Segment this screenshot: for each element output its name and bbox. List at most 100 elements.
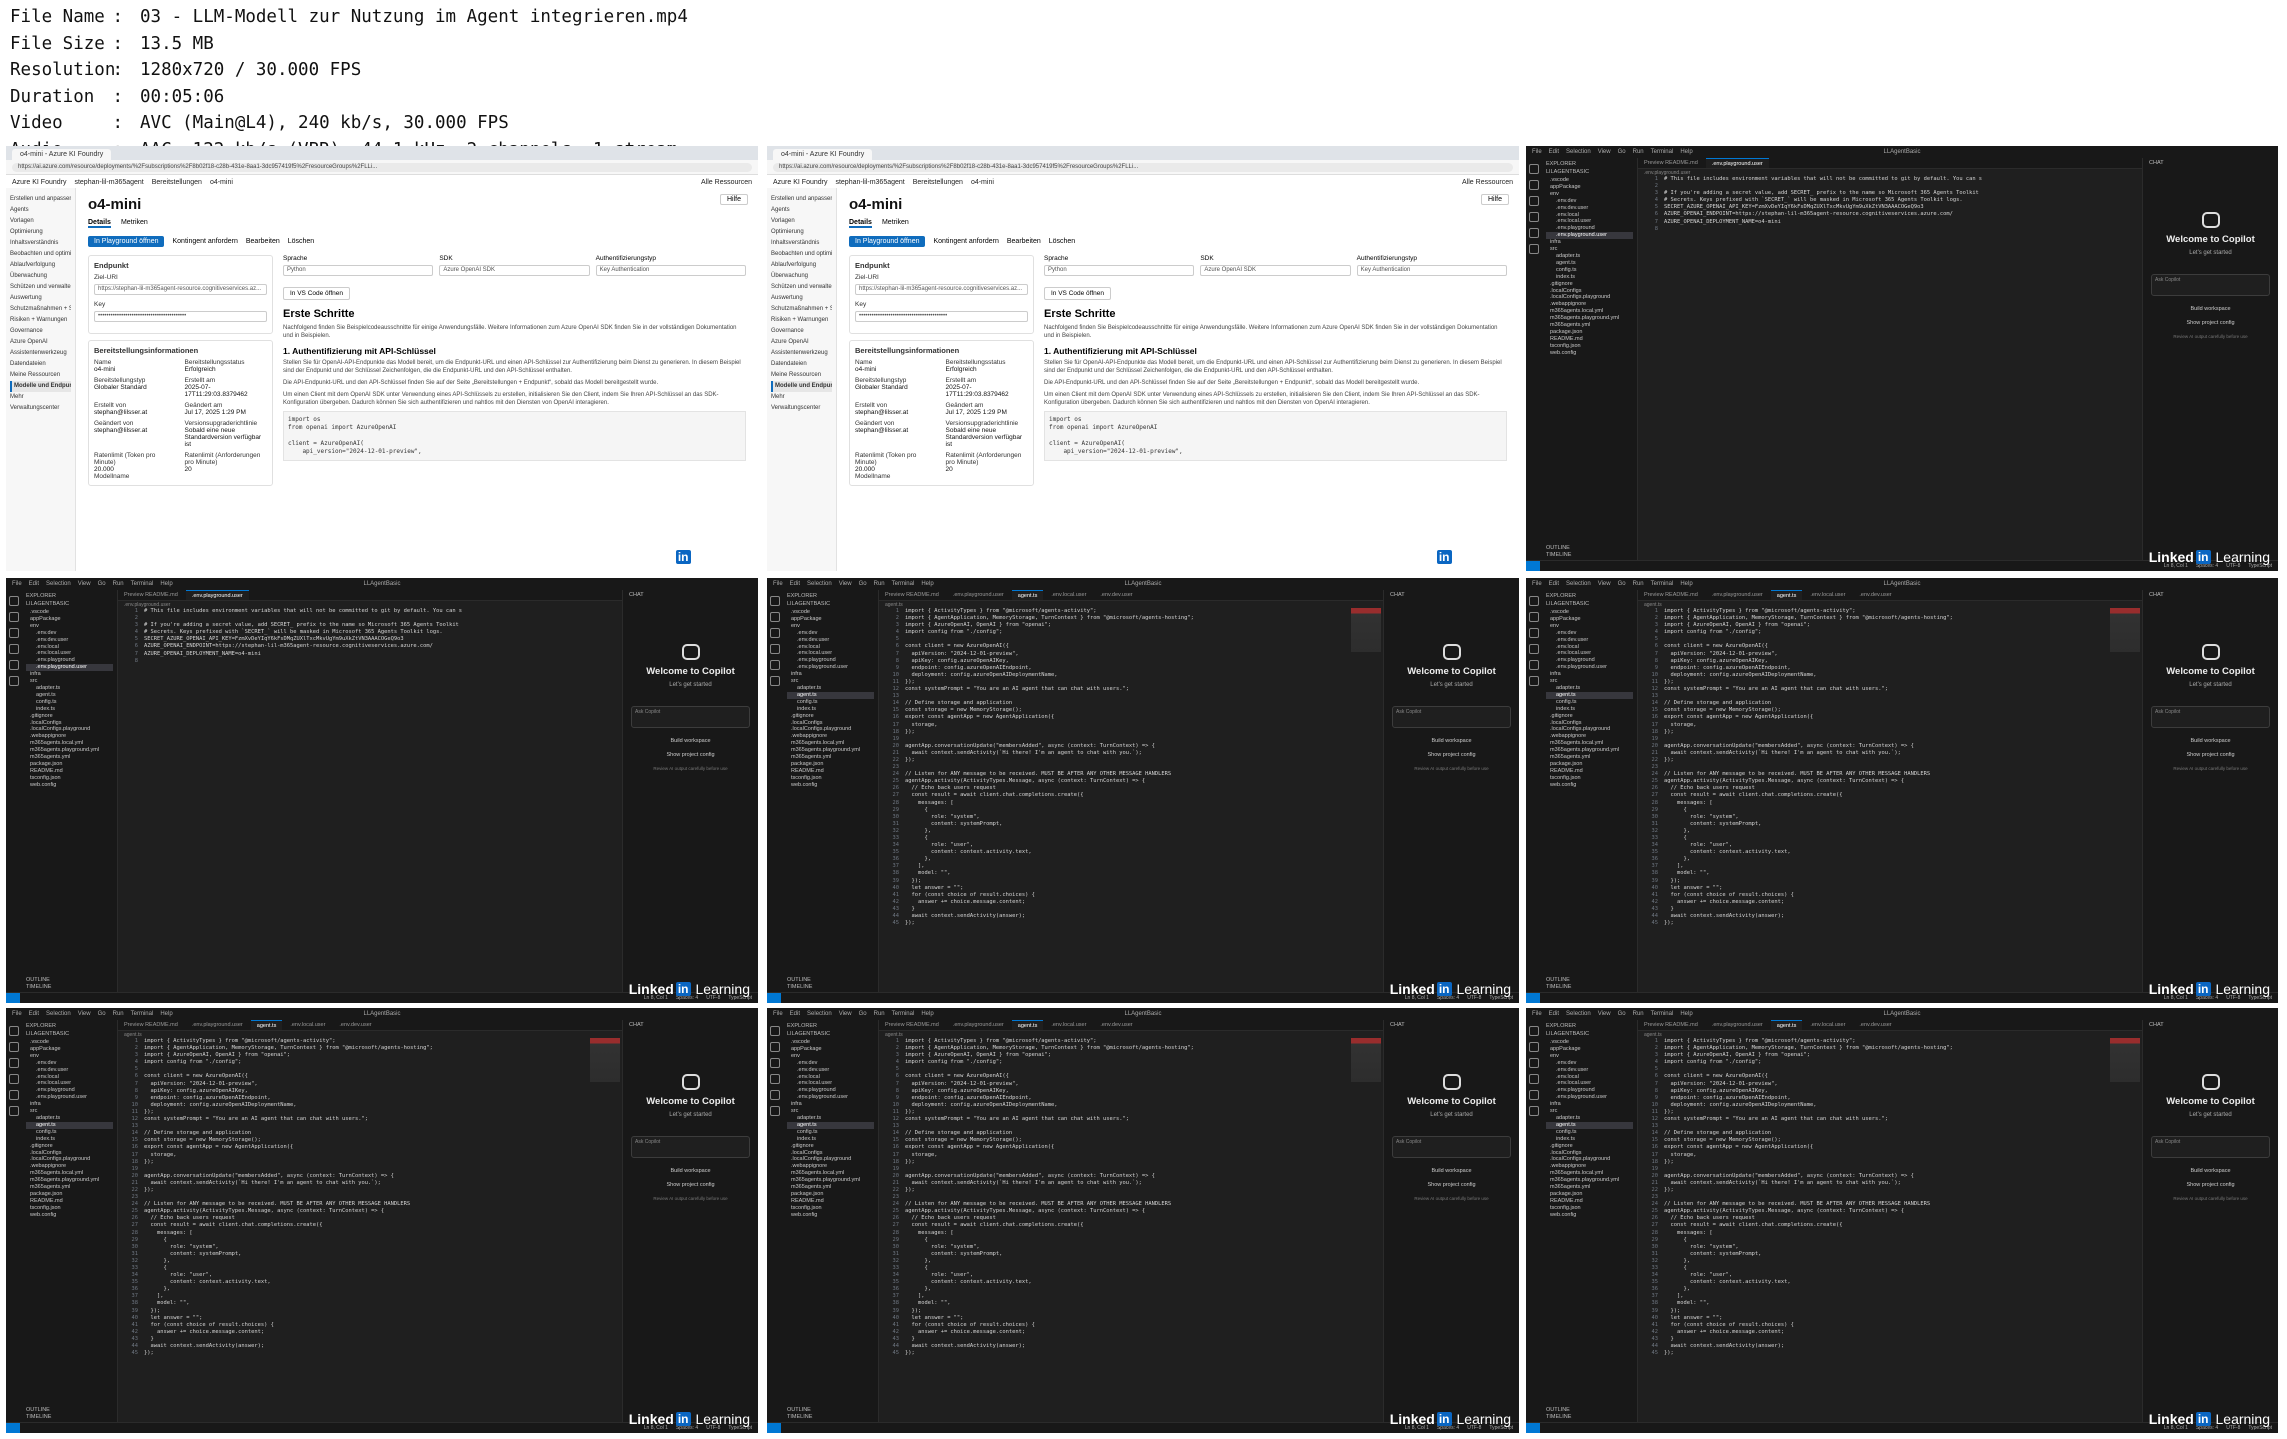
file-item[interactable]: .env.dev [1546, 198, 1633, 205]
breadcrumb-model[interactable]: o4-mini [210, 179, 233, 186]
action-button[interactable]: In Playground öffnen [88, 236, 165, 247]
source-control-icon[interactable] [1529, 628, 1539, 638]
explorer-icon[interactable] [770, 1026, 780, 1036]
agents-toolkit-icon[interactable] [1529, 244, 1539, 254]
run-debug-icon[interactable] [1529, 644, 1539, 654]
file-item[interactable]: package.json [787, 761, 874, 768]
file-item[interactable]: web.config [1546, 782, 1633, 789]
file-item[interactable]: agent.ts [26, 692, 113, 699]
file-item[interactable]: agent.ts [1546, 691, 1633, 699]
file-item[interactable]: index.ts [787, 1136, 874, 1143]
file-item[interactable]: .localConfigs.playground [787, 726, 874, 733]
menu-go[interactable]: Go [1618, 1011, 1626, 1017]
editor-tab[interactable]: Preview README.md [1638, 590, 1704, 600]
nav-item[interactable]: Optimierung [771, 227, 832, 238]
nav-item[interactable]: Assistentenwerkzeug [771, 348, 832, 359]
search-icon[interactable] [1529, 180, 1539, 190]
file-item[interactable]: src [1546, 678, 1633, 685]
action-button[interactable]: Bearbeiten [1007, 238, 1041, 245]
nav-item[interactable]: Agents [771, 205, 832, 216]
nav-item[interactable]: Vorlagen [10, 216, 71, 227]
file-item[interactable]: m365agents.yml [1546, 322, 1633, 329]
nav-item[interactable]: Verwaltungscenter [771, 403, 832, 414]
file-item[interactable]: .webappignore [26, 733, 113, 740]
menu-help[interactable]: Help [1680, 149, 1692, 155]
file-item[interactable]: .localConfigs.playground [1546, 1156, 1633, 1163]
timeline-section[interactable]: TIMELINE [26, 1414, 51, 1421]
menu-help[interactable]: Help [160, 581, 172, 587]
file-item[interactable]: agent.ts [1546, 1121, 1633, 1129]
nav-item[interactable]: Ablaufverfolgung [771, 260, 832, 271]
file-item[interactable]: config.ts [787, 699, 874, 706]
file-item[interactable]: src [787, 678, 874, 685]
run-debug-icon[interactable] [1529, 1074, 1539, 1084]
file-item[interactable]: README.md [26, 768, 113, 775]
menu-terminal[interactable]: Terminal [1651, 581, 1674, 587]
menu-terminal[interactable]: Terminal [1651, 149, 1674, 155]
menu-go[interactable]: Go [1618, 581, 1626, 587]
file-item[interactable]: .env.playground.user [1546, 664, 1633, 671]
file-item[interactable]: adapter.ts [26, 1115, 113, 1122]
file-item[interactable]: .env.local [787, 1074, 874, 1081]
file-item[interactable]: .gitignore [1546, 281, 1633, 288]
editor-tab[interactable]: Preview README.md [1638, 158, 1704, 168]
file-item[interactable]: .webappignore [787, 733, 874, 740]
menu-file[interactable]: File [773, 581, 783, 587]
file-item[interactable]: package.json [26, 1191, 113, 1198]
run-debug-icon[interactable] [9, 1074, 19, 1084]
show-project-config-button[interactable]: Show project config [2143, 320, 2278, 326]
file-item[interactable]: agent.ts [787, 691, 874, 699]
file-item[interactable]: src [1546, 246, 1633, 253]
editor-tab[interactable]: .env.playground.user [186, 1020, 249, 1030]
file-item[interactable]: package.json [26, 761, 113, 768]
build-workspace-button[interactable]: Build workspace [2143, 738, 2278, 744]
nav-item[interactable]: Verwaltungscenter [10, 403, 71, 414]
menu-terminal[interactable]: Terminal [892, 1011, 915, 1017]
target-uri-field[interactable]: https://stephan-lil-m365agent-resource.c… [94, 284, 267, 295]
file-item[interactable]: .gitignore [26, 1143, 113, 1150]
menu-file[interactable]: File [1532, 581, 1542, 587]
app-name[interactable]: Azure KI Foundry [773, 179, 827, 186]
nav-item[interactable]: Erstellen und anpassen [771, 194, 832, 205]
nav-item[interactable]: Erstellen und anpassen [10, 194, 71, 205]
file-item[interactable]: .webappignore [1546, 733, 1633, 740]
action-button[interactable]: Kontingent anfordern [933, 238, 998, 245]
search-icon[interactable] [1529, 1042, 1539, 1052]
file-item[interactable]: web.config [787, 1212, 874, 1219]
file-item[interactable]: .env.playground [1546, 657, 1633, 664]
menu-selection[interactable]: Selection [1566, 581, 1591, 587]
menu-edit[interactable]: Edit [790, 1011, 800, 1017]
agents-toolkit-icon[interactable] [9, 676, 19, 686]
menu-help[interactable]: Help [1680, 581, 1692, 587]
source-control-icon[interactable] [770, 628, 780, 638]
menu-run[interactable]: Run [874, 1011, 885, 1017]
key-field[interactable]: ••••••••••••••••••••••••••••••••••••••••… [94, 311, 267, 322]
file-item[interactable]: .gitignore [787, 713, 874, 720]
file-item[interactable]: appPackage [26, 616, 113, 623]
build-workspace-button[interactable]: Build workspace [2143, 306, 2278, 312]
agents-toolkit-icon[interactable] [1529, 676, 1539, 686]
workspace-root[interactable]: LILAGENTBASIC [26, 601, 113, 607]
file-item[interactable]: src [26, 678, 113, 685]
menu-run[interactable]: Run [1633, 581, 1644, 587]
app-name[interactable]: Azure KI Foundry [12, 179, 66, 186]
file-item[interactable]: .env.dev.user [1546, 637, 1633, 644]
nav-item[interactable]: Mehr [771, 392, 832, 403]
menu-selection[interactable]: Selection [1566, 149, 1591, 155]
file-item[interactable]: web.config [1546, 350, 1633, 357]
file-item[interactable]: .env.playground.user [787, 664, 874, 671]
build-workspace-button[interactable]: Build workspace [1384, 1168, 1519, 1174]
file-item[interactable]: config.ts [1546, 1129, 1633, 1136]
show-project-config-button[interactable]: Show project config [623, 752, 758, 758]
source-control-icon[interactable] [9, 1058, 19, 1068]
action-button[interactable]: Kontingent anfordern [172, 238, 237, 245]
file-item[interactable]: src [26, 1108, 113, 1115]
file-item[interactable]: m365agents.yml [26, 1184, 113, 1191]
nav-item[interactable]: Governance [771, 326, 832, 337]
tab-details[interactable]: Details [88, 219, 111, 228]
file-item[interactable]: .env.local.user [1546, 218, 1633, 225]
file-item[interactable]: .webappignore [26, 1163, 113, 1170]
show-project-config-button[interactable]: Show project config [2143, 1182, 2278, 1188]
file-item[interactable]: m365agents.playground.yml [1546, 747, 1633, 754]
nav-item[interactable]: Modelle und Endpunkte [10, 381, 71, 392]
